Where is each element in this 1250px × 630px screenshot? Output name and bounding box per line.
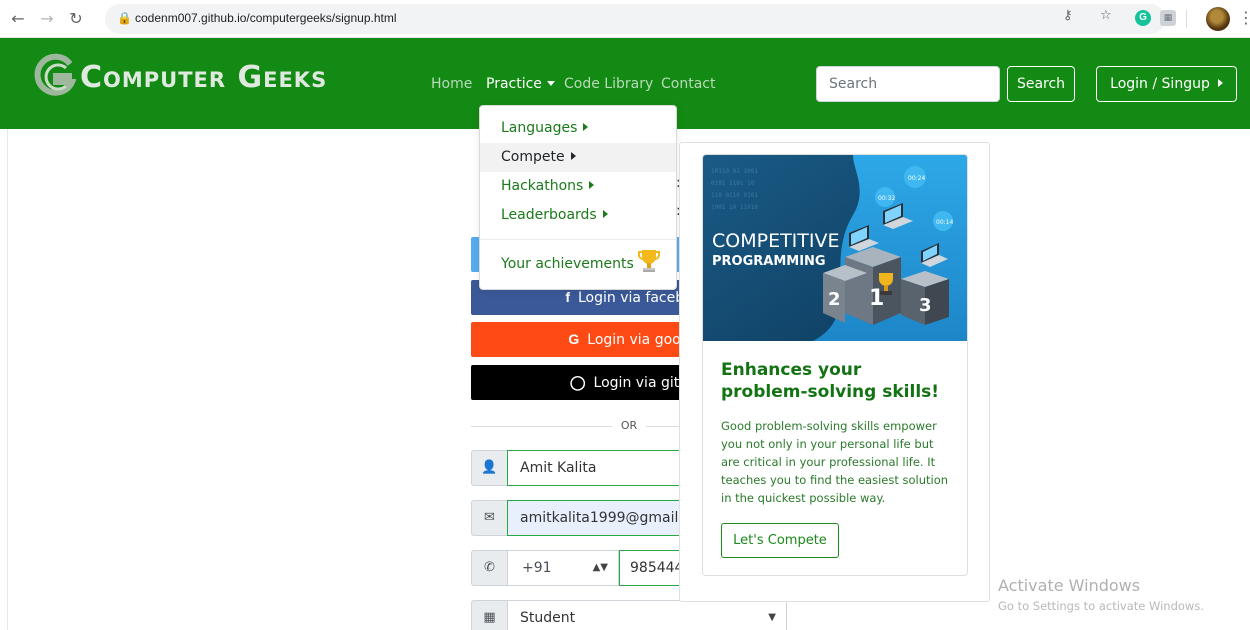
svg-text:1: 1 (869, 286, 884, 311)
profile-avatar[interactable] (1206, 7, 1230, 31)
dropdown-divider (480, 239, 676, 240)
dropdown-item-label: Leaderboards (501, 207, 597, 223)
caret-right-icon (583, 123, 589, 131)
back-arrow-icon[interactable]: ← (8, 9, 28, 29)
brand-name[interactable]: Computer Geeks (80, 60, 327, 95)
occupation-select[interactable]: Student ▼ (507, 600, 787, 630)
toolbar-divider (1186, 10, 1187, 28)
search-input[interactable] (816, 66, 1000, 102)
svg-text:00:32: 00:32 (878, 195, 895, 202)
dropdown-item-achievements[interactable]: Your achievements (480, 248, 676, 277)
login-google-label: Login via goog (587, 332, 690, 348)
svg-text:3: 3 (919, 295, 932, 316)
dropdown-item-label: Hackathons (501, 178, 584, 194)
svg-text:1001 10 11010: 1001 10 11010 (711, 204, 758, 211)
forward-arrow-icon[interactable]: → (37, 9, 57, 29)
key-icon[interactable]: ⚷ (1063, 8, 1073, 24)
occupation-input-group: ▦ Student ▼ (471, 600, 787, 630)
url-text: codenm007.github.io/computergeeks/signup… (135, 11, 397, 25)
nav-code-library[interactable]: Code Library (564, 76, 653, 92)
nav-home[interactable]: Home (431, 76, 472, 92)
dropdown-item-compete[interactable]: Compete (480, 143, 676, 172)
svg-text:2: 2 (828, 289, 841, 310)
svg-text:0101 1101 10: 0101 1101 10 (711, 180, 755, 187)
trophy-icon (637, 250, 660, 272)
reload-icon[interactable]: ↻ (66, 9, 86, 29)
login-signup-label: Login / Singup (1110, 76, 1210, 92)
login-facebook-label: Login via facebo (577, 290, 693, 306)
country-code-select[interactable]: +91 ▲▼ (507, 550, 619, 586)
or-divider-text: OR (612, 419, 646, 432)
nav-practice-label: Practice (486, 76, 542, 92)
google-icon: G (568, 331, 580, 347)
building-icon: ▦ (471, 600, 508, 630)
page-left-border (7, 129, 8, 630)
select-arrow-icon: ▼ (768, 612, 776, 623)
dropdown-item-hackathons[interactable]: Hackathons (480, 172, 676, 201)
practice-dropdown-menu: Languages Compete Hackathons Leaderboard… (479, 105, 677, 290)
lets-compete-button[interactable]: Let's Compete (721, 523, 839, 558)
competitive-programming-banner-image: 10110 01 1001 0101 1101 10 110 0110 0101… (703, 155, 967, 341)
extension-icon[interactable]: ▦ (1160, 10, 1176, 26)
caret-right-icon (589, 181, 595, 189)
occupation-value: Student (520, 610, 576, 626)
banner-title-line2: PROGRAMMING (712, 254, 826, 269)
select-arrows-icon: ▲▼ (592, 562, 608, 573)
card-title: Enhances your problem-solving skills! (721, 360, 940, 402)
card-text: Good problem-solving skills empower you … (721, 419, 949, 505)
competitive-programming-card: 10110 01 1001 0101 1101 10 110 0110 0101… (702, 154, 968, 576)
user-icon: 👤 (471, 450, 508, 486)
phone-icon: ✆ (471, 550, 508, 586)
banner-title-line1: COMPETITIVE (712, 230, 840, 252)
search-button[interactable]: Search (1007, 66, 1075, 102)
caret-down-icon (546, 81, 555, 86)
grammarly-extension-icon[interactable]: G (1135, 10, 1151, 26)
menu-kebab-icon[interactable]: ⋮ (1238, 8, 1250, 27)
dropdown-item-label: Compete (501, 149, 565, 165)
dropdown-item-label: Your achievements (501, 256, 634, 272)
github-icon: ◯ (569, 374, 586, 390)
svg-text:00:14: 00:14 (936, 219, 953, 226)
login-github-label: Login via gith (593, 375, 689, 391)
svg-text:10110 01 1001: 10110 01 1001 (711, 168, 758, 175)
lock-icon: 🔒 (117, 11, 132, 25)
browser-chrome: ← → ↻ 🔒 codenm007.github.io/computergeek… (0, 0, 1250, 38)
caret-right-icon (570, 152, 576, 160)
nav-contact[interactable]: Contact (661, 76, 715, 92)
country-code-value: +91 (522, 560, 552, 576)
address-bar[interactable]: 🔒 codenm007.github.io/computergeeks/sign… (105, 4, 1165, 34)
dropdown-item-languages[interactable]: Languages (480, 114, 676, 143)
login-signup-button[interactable]: Login / Singup (1096, 66, 1237, 102)
svg-text:110 0110 0101: 110 0110 0101 (711, 192, 758, 199)
compete-submenu: 10110 01 1001 0101 1101 10 110 0110 0101… (679, 142, 990, 602)
activate-windows-title: Activate Windows (998, 576, 1141, 595)
activate-windows-subtitle: Go to Settings to activate Windows. (998, 599, 1204, 613)
brand-logo-icon[interactable] (32, 52, 76, 102)
dropdown-item-leaderboards[interactable]: Leaderboards (480, 201, 676, 230)
envelope-icon: ✉ (471, 500, 508, 536)
caret-right-icon (1217, 79, 1223, 87)
star-icon[interactable]: ☆ (1100, 8, 1112, 24)
nav-practice[interactable]: Practice (486, 76, 555, 92)
caret-right-icon (602, 210, 608, 218)
svg-text:00:24: 00:24 (908, 175, 925, 182)
dropdown-item-label: Languages (501, 120, 578, 136)
